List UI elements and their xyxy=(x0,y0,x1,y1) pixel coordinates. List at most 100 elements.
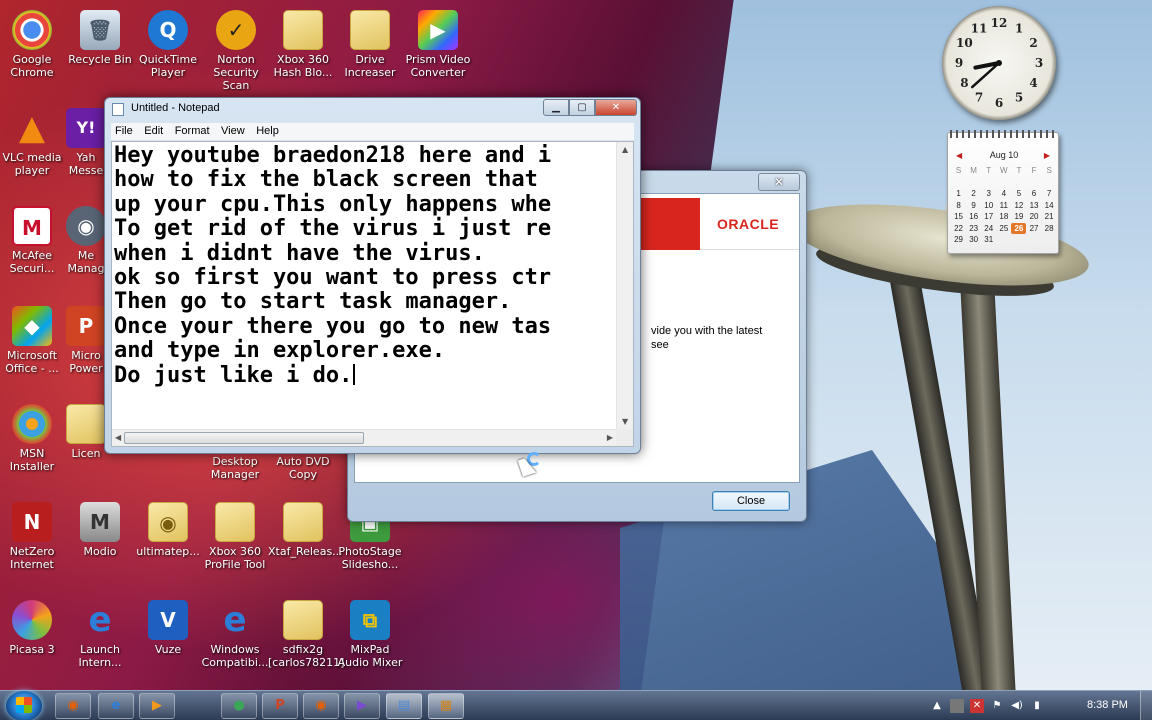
calendar-day[interactable]: 3 xyxy=(981,188,996,200)
close-icon[interactable]: ✕ xyxy=(758,173,800,191)
tray-expand-icon[interactable]: ▲ xyxy=(930,699,944,713)
close-button[interactable]: ✕ xyxy=(595,99,637,116)
calendar-gadget[interactable]: ◀ Aug 10 ▶ S M T W T F S 1 2 3 4 5 6 7 8 9 10 11 12 13 14 15 1… xyxy=(947,130,1059,254)
calendar-day[interactable]: 18 xyxy=(996,211,1011,223)
taskbar-media-player-button[interactable]: ▶ xyxy=(139,693,175,719)
calendar-day[interactable]: 10 xyxy=(981,200,996,212)
desktop-icon-vuze[interactable]: V Vuze xyxy=(133,600,203,656)
calendar-day[interactable]: 20 xyxy=(1026,211,1041,223)
start-button[interactable] xyxy=(6,691,42,720)
calendar-day[interactable]: 17 xyxy=(981,211,996,223)
notepad-window[interactable]: Untitled - Notepad ▁ ▢ ✕ File Edit Forma… xyxy=(104,97,641,454)
desktop-icon-msn-installer[interactable]: MSN Installer xyxy=(0,404,67,473)
tray-network-icon[interactable]: ▮ xyxy=(1030,699,1044,713)
calendar-day[interactable]: 11 xyxy=(996,200,1011,212)
desktop-icon-norton[interactable]: ✓ Norton Security Scan xyxy=(201,10,271,92)
maximize-button[interactable]: ▢ xyxy=(569,99,595,116)
tray-app-icon[interactable] xyxy=(950,699,964,713)
calendar-day[interactable]: 5 xyxy=(1011,188,1026,200)
menu-help[interactable]: Help xyxy=(252,123,283,137)
desktop-icon-mcafee[interactable]: M McAfee Securi... xyxy=(0,206,67,275)
desktop-icon-mixpad[interactable]: ⧉ MixPad Audio Mixer xyxy=(335,600,405,669)
desktop-icon-ultimatep[interactable]: ◉ ultimatep... xyxy=(133,502,203,558)
calendar-day[interactable]: 29 xyxy=(951,234,966,246)
calendar-day[interactable]: 30 xyxy=(966,234,981,246)
desktop-icon-modio[interactable]: M Modio xyxy=(65,502,135,558)
taskbar-prism-button[interactable]: ▶ xyxy=(344,693,380,719)
desktop-icon-picasa[interactable]: Picasa 3 xyxy=(0,600,67,656)
taskbar-firefox-button[interactable]: ◉ xyxy=(55,693,91,719)
desktop-icon-vlc[interactable]: ▲ VLC media player xyxy=(0,108,67,177)
desktop-icon-prism[interactable]: ▶ Prism Video Converter xyxy=(403,10,473,79)
calendar-day[interactable]: 7 xyxy=(1042,188,1057,200)
calendar-next-icon[interactable]: ▶ xyxy=(1044,151,1050,160)
desktop-icon-powerpoint[interactable]: P Micro Power xyxy=(65,306,107,375)
calendar-day[interactable]: 14 xyxy=(1042,200,1057,212)
taskbar-powerpoint-button[interactable]: P xyxy=(262,693,298,719)
desktop-icon-drive-increaser[interactable]: Drive Increaser xyxy=(335,10,405,79)
menu-format[interactable]: Format xyxy=(171,123,214,137)
tray-security-icon[interactable]: ✕ xyxy=(970,699,984,713)
desktop-icon-windows-compat[interactable]: e Windows Compatibi... xyxy=(200,600,270,669)
show-desktop-button[interactable] xyxy=(1140,691,1152,720)
calendar-day[interactable]: 15 xyxy=(951,211,966,223)
desktop-icon-xtaf-release[interactable]: Xtaf_Releas... xyxy=(268,502,343,558)
vertical-scrollbar[interactable]: ▲ ▼ xyxy=(616,142,633,429)
calendar-day[interactable]: 13 xyxy=(1026,200,1041,212)
minimize-button[interactable]: ▁ xyxy=(543,99,569,116)
close-button[interactable]: Close xyxy=(712,491,790,511)
calendar-day[interactable]: 19 xyxy=(1011,211,1026,223)
scroll-left-icon[interactable]: ◀ xyxy=(115,433,121,442)
scroll-down-icon[interactable]: ▼ xyxy=(622,417,628,426)
calendar-day[interactable]: 24 xyxy=(981,223,996,235)
calendar-day[interactable]: 28 xyxy=(1042,223,1057,235)
calendar-day[interactable]: 6 xyxy=(1026,188,1041,200)
desktop-icon-sdfix[interactable]: sdfix2g [carlos78211] xyxy=(268,600,344,669)
taskbar-firefox-2-button[interactable]: ◉ xyxy=(303,693,339,719)
menu-file[interactable]: File xyxy=(111,123,137,137)
clock-gadget[interactable]: 1 2 3 4 5 6 7 8 9 10 11 12 xyxy=(942,6,1056,120)
desktop-icon-recycle-bin[interactable]: 🗑 Recycle Bin xyxy=(65,10,135,66)
calendar-day[interactable]: 31 xyxy=(981,234,996,246)
taskbar-internet-explorer-button[interactable]: e xyxy=(98,693,134,719)
scroll-up-icon[interactable]: ▲ xyxy=(622,145,628,154)
desktop-icon-netzero[interactable]: N NetZero Internet xyxy=(0,502,67,571)
desktop-icon-license[interactable]: Licen xyxy=(65,404,107,460)
menu-edit[interactable]: Edit xyxy=(140,123,167,137)
desktop-icon-dvd-copy[interactable]: Auto DVD Copy xyxy=(268,455,338,481)
calendar-day[interactable]: 21 xyxy=(1042,211,1057,223)
calendar-day[interactable]: 22 xyxy=(951,223,966,235)
desktop-icon-desktop-manager[interactable]: Desktop Manager xyxy=(200,455,270,481)
horizontal-scrollbar[interactable]: ◀ ▶ xyxy=(112,429,616,446)
calendar-today[interactable]: 26 xyxy=(1011,222,1027,234)
desktop-icon-yahoo[interactable]: Y! Yah Messe xyxy=(65,108,107,177)
scroll-right-icon[interactable]: ▶ xyxy=(607,433,613,442)
desktop-icon-xbox-profile-tool[interactable]: Xbox 360 ProFile Tool xyxy=(200,502,270,571)
tray-flag-icon[interactable]: ⚑ xyxy=(990,699,1004,713)
desktop-icon-xbox-hash[interactable]: Xbox 360 Hash Blo... xyxy=(268,10,338,79)
editor-text[interactable]: Hey youtube braedon218 here and i how to … xyxy=(114,144,615,428)
desktop-icon-google-chrome[interactable]: Google Chrome xyxy=(0,10,67,79)
calendar-day[interactable]: 27 xyxy=(1026,223,1041,235)
desktop-icon-launch-ie[interactable]: e Launch Intern... xyxy=(65,600,135,669)
taskbar-java-installer-button[interactable]: ▦ xyxy=(428,693,464,719)
calendar-day[interactable]: 12 xyxy=(1011,200,1026,212)
desktop-icon-quicktime[interactable]: Q QuickTime Player xyxy=(133,10,203,79)
calendar-day[interactable]: 1 xyxy=(951,188,966,200)
calendar-day[interactable]: 8 xyxy=(951,200,966,212)
tray-volume-icon[interactable]: ◀) xyxy=(1010,699,1024,713)
text-editor[interactable]: Hey youtube braedon218 here and i how to … xyxy=(111,141,634,447)
taskbar-chrome-button[interactable]: ● xyxy=(221,693,257,719)
desktop-icon-microsoft-office[interactable]: ◆ Microsoft Office - ... xyxy=(0,306,67,375)
taskbar-notepad-button[interactable]: ▤ xyxy=(386,693,422,719)
menu-view[interactable]: View xyxy=(217,123,249,137)
calendar-day[interactable]: 23 xyxy=(966,223,981,235)
scrollbar-thumb[interactable] xyxy=(124,432,364,444)
calendar-day[interactable]: 4 xyxy=(996,188,1011,200)
calendar-day[interactable]: 16 xyxy=(966,211,981,223)
calendar-day[interactable]: 9 xyxy=(966,200,981,212)
taskbar-clock[interactable]: 8:38 PM xyxy=(1087,699,1128,711)
calendar-day[interactable]: 2 xyxy=(966,188,981,200)
calendar-day[interactable]: 25 xyxy=(996,223,1011,235)
desktop-icon-manager[interactable]: ◉ Me Manag xyxy=(65,206,107,275)
